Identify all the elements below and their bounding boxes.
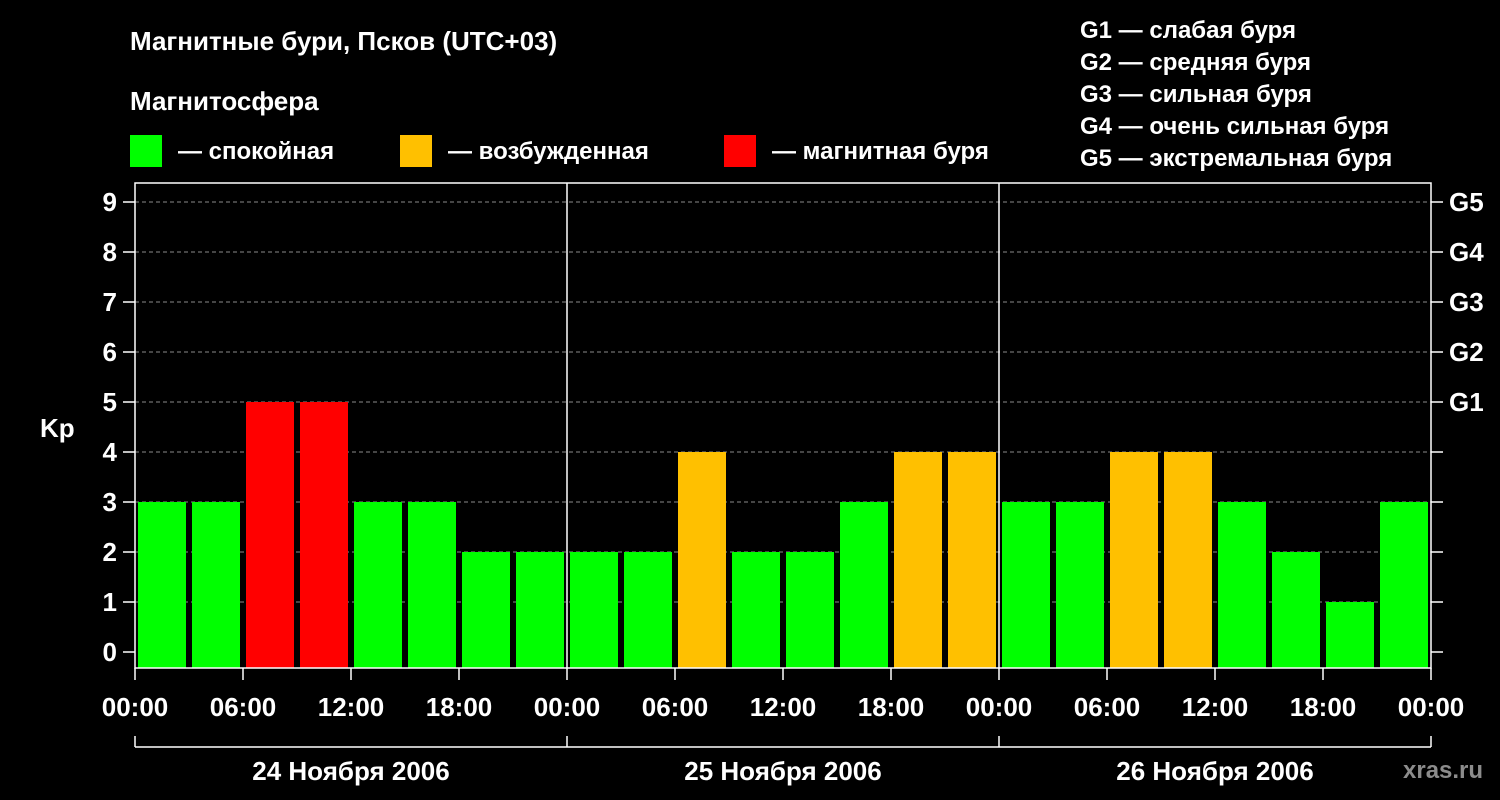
kp-bar [570, 552, 618, 668]
right-tick-label: G5 [1449, 187, 1484, 217]
kp-bar [1272, 552, 1320, 668]
kp-bar [1110, 452, 1158, 668]
kp-bar [732, 552, 780, 668]
legend-swatch-unsettled [400, 135, 432, 167]
kp-bar [354, 502, 402, 668]
kp-bar [138, 502, 186, 668]
kp-bar [1002, 502, 1050, 668]
kp-bar [894, 452, 942, 668]
watermark: xras.ru [1403, 757, 1483, 784]
x-tick-label: 18:00 [1290, 692, 1357, 722]
legend-swatch-storm [724, 135, 756, 167]
x-tick-label: 00:00 [534, 692, 601, 722]
y-tick-label: 6 [103, 337, 117, 367]
storm-level-g3: G3 — сильная буря [1080, 81, 1312, 108]
x-tick-label: 00:00 [1398, 692, 1465, 722]
kp-bar [516, 552, 564, 668]
y-tick-label: 8 [103, 237, 117, 267]
legend-heading: Магнитосфера [130, 86, 319, 116]
y-tick-label: 7 [103, 287, 117, 317]
x-tick-label: 12:00 [1182, 692, 1249, 722]
y-tick-label: 9 [103, 187, 117, 217]
right-tick-label: G1 [1449, 387, 1484, 417]
kp-index-chart: Магнитные бури, Псков (UTC+03) Магнитосф… [40, 17, 1484, 786]
right-tick-label: G2 [1449, 337, 1484, 367]
storm-level-g5: G5 — экстремальная буря [1080, 145, 1392, 172]
kp-bar [246, 402, 294, 668]
x-tick-label: 18:00 [858, 692, 925, 722]
y-tick-label: 2 [103, 537, 117, 567]
y-tick-label: 3 [103, 487, 117, 517]
x-tick-label: 00:00 [966, 692, 1033, 722]
day-label: 24 Ноября 2006 [252, 756, 449, 786]
kp-bar [1164, 452, 1212, 668]
plot-area: 0 1 2 3 4 5 6 7 8 9 G1 G2 G3 G4 G5 00:00 06:00 12:00 18:00… [102, 182, 1484, 786]
x-tick-label: 12:00 [750, 692, 817, 722]
day-label: 26 Ноября 2006 [1116, 756, 1313, 786]
y-tick-label: 4 [103, 437, 118, 467]
y-tick-label: 0 [103, 637, 117, 667]
kp-bar [462, 552, 510, 668]
storm-level-g2: G2 — средняя буря [1080, 49, 1311, 76]
right-tick-label: G3 [1449, 287, 1484, 317]
kp-bar [840, 502, 888, 668]
chart-title: Магнитные бури, Псков (UTC+03) [130, 26, 557, 56]
y-tick-label: 5 [103, 387, 117, 417]
x-tick-label: 06:00 [642, 692, 709, 722]
x-tick-label: 18:00 [426, 692, 493, 722]
storm-level-g1: G1 — слабая буря [1080, 17, 1296, 44]
y-tick-label: 1 [103, 587, 117, 617]
kp-bar [1326, 602, 1374, 668]
kp-bar [300, 402, 348, 668]
kp-bar [948, 452, 996, 668]
x-tick-label: 06:00 [210, 692, 277, 722]
kp-bar [192, 502, 240, 668]
storm-level-g4: G4 — очень сильная буря [1080, 113, 1389, 140]
kp-bar [678, 452, 726, 668]
day-label: 25 Ноября 2006 [684, 756, 881, 786]
x-tick-label: 12:00 [318, 692, 385, 722]
y-axis-label: Kp [40, 413, 75, 443]
right-tick-label: G4 [1449, 237, 1484, 267]
kp-bar [624, 552, 672, 668]
x-tick-label: 06:00 [1074, 692, 1141, 722]
kp-bar [1380, 502, 1428, 668]
kp-bar [1218, 502, 1266, 668]
x-tick-label: 00:00 [102, 692, 169, 722]
kp-bar [408, 502, 456, 668]
kp-bar [1056, 502, 1104, 668]
legend-swatch-quiet [130, 135, 162, 167]
legend-label-storm: — магнитная буря [772, 138, 989, 165]
legend-label-unsettled: — возбужденная [448, 138, 649, 165]
kp-bar [786, 552, 834, 668]
legend-label-quiet: — спокойная [178, 138, 334, 165]
